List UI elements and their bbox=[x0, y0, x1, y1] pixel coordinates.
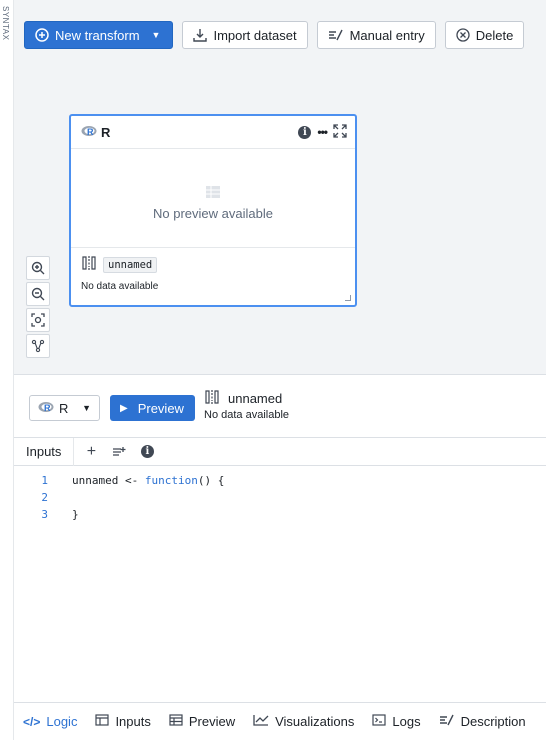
resize-handle[interactable] bbox=[345, 295, 351, 301]
description-icon bbox=[439, 713, 455, 730]
node-footer: unnamed No data available bbox=[71, 247, 355, 305]
tab-inputs[interactable]: Inputs bbox=[86, 703, 159, 740]
dataset-tag[interactable]: unnamed bbox=[103, 256, 158, 273]
code-line: 2 bbox=[14, 489, 546, 506]
output-dataset-info: unnamed No data available bbox=[204, 390, 289, 421]
fit-view-button[interactable] bbox=[26, 308, 50, 332]
dataset-row: unnamed bbox=[81, 256, 345, 273]
line-chart-icon bbox=[253, 714, 269, 729]
code-icon: </> bbox=[23, 714, 41, 729]
tab-logs[interactable]: Logs bbox=[363, 703, 429, 740]
tab-inputs-label: Inputs bbox=[115, 714, 151, 729]
node-actions: i ••• bbox=[298, 123, 347, 141]
code-line: 1 unnamed <- function() { bbox=[14, 472, 546, 489]
inputs-label: Inputs bbox=[14, 437, 75, 466]
line-number: 3 bbox=[41, 508, 48, 521]
dataset-icon bbox=[81, 256, 97, 273]
svg-text:R: R bbox=[87, 127, 94, 137]
zoom-out-button[interactable] bbox=[26, 282, 50, 306]
language-value: R bbox=[59, 400, 69, 416]
manual-entry-button[interactable]: Manual entry bbox=[316, 21, 436, 49]
bottom-tabs: </> Logic Inputs Preview Visualizations … bbox=[14, 702, 546, 740]
fit-view-icon bbox=[31, 313, 45, 327]
node-footer-note: No data available bbox=[81, 281, 159, 292]
new-transform-button[interactable]: New transform ▼ bbox=[24, 21, 174, 49]
side-panel-strip: SYNTAX bbox=[0, 0, 14, 740]
node-header: R R i ••• bbox=[71, 116, 355, 149]
graph-layout-icon bbox=[31, 339, 45, 353]
output-name[interactable]: unnamed bbox=[228, 391, 282, 406]
zoom-controls bbox=[26, 256, 50, 358]
node-title: R R bbox=[81, 125, 110, 140]
play-icon: ▶ bbox=[120, 402, 128, 414]
code-text: unnamed <- function() { bbox=[72, 474, 225, 487]
tab-logic[interactable]: </> Logic bbox=[14, 703, 86, 740]
side-label: SYNTAX bbox=[1, 6, 10, 41]
download-icon bbox=[193, 28, 208, 42]
code-text: } bbox=[72, 508, 79, 521]
tab-description[interactable]: Description bbox=[430, 703, 535, 740]
auto-layout-button[interactable] bbox=[26, 334, 50, 358]
tab-preview[interactable]: Preview bbox=[160, 703, 244, 740]
more-options-icon[interactable]: ••• bbox=[317, 125, 328, 139]
manual-entry-label: Manual entry bbox=[349, 27, 425, 43]
r-logo-icon: R bbox=[38, 401, 54, 416]
line-number: 2 bbox=[41, 491, 48, 504]
tab-visualizations[interactable]: Visualizations bbox=[244, 703, 363, 740]
zoom-in-icon bbox=[31, 261, 45, 275]
zoom-out-icon bbox=[31, 287, 45, 301]
expand-icon[interactable] bbox=[333, 123, 347, 141]
zoom-in-button[interactable] bbox=[26, 256, 50, 280]
tab-description-label: Description bbox=[460, 714, 526, 729]
import-dataset-label: Import dataset bbox=[213, 27, 297, 43]
code-line: 3 } bbox=[14, 506, 546, 523]
manual-entry-icon bbox=[328, 28, 344, 42]
plus-circle-icon bbox=[35, 28, 49, 42]
table-icon bbox=[169, 714, 183, 729]
delete-label: Delete bbox=[475, 27, 514, 43]
console-icon bbox=[372, 714, 386, 729]
close-circle-icon bbox=[456, 28, 470, 42]
output-note: No data available bbox=[204, 409, 290, 421]
node-title-text: R bbox=[101, 124, 111, 140]
inputs-bar: Inputs + i bbox=[14, 437, 546, 466]
add-input-icon[interactable]: + bbox=[80, 443, 102, 461]
dataset-icon bbox=[204, 390, 220, 407]
insert-input-icon[interactable] bbox=[108, 446, 130, 458]
preview-button[interactable]: ▶ Preview bbox=[110, 395, 195, 421]
output-name-row: unnamed bbox=[204, 390, 289, 407]
no-preview-text: No preview available bbox=[153, 206, 273, 221]
table-icon bbox=[205, 185, 221, 202]
new-transform-label: New transform bbox=[55, 27, 140, 43]
tab-visualizations-label: Visualizations bbox=[275, 714, 355, 729]
line-number: 1 bbox=[41, 474, 48, 487]
inputs-icon bbox=[95, 714, 110, 729]
transform-node[interactable]: R R i ••• No preview available unnamed N… bbox=[69, 114, 357, 307]
tab-logic-label: Logic bbox=[46, 714, 78, 729]
delete-button[interactable]: Delete bbox=[444, 21, 525, 49]
graph-canvas[interactable]: New transform ▼ Import dataset Manual en… bbox=[14, 0, 546, 375]
preview-label: Preview bbox=[137, 400, 184, 416]
node-preview-area: No preview available bbox=[71, 149, 355, 247]
tab-preview-label: Preview bbox=[188, 714, 236, 729]
import-dataset-button[interactable]: Import dataset bbox=[182, 21, 308, 49]
canvas-toolbar: New transform ▼ Import dataset Manual en… bbox=[24, 21, 525, 49]
r-logo-icon: R bbox=[81, 125, 97, 140]
info-icon[interactable]: i bbox=[298, 125, 312, 139]
chevron-down-icon: ▼ bbox=[151, 30, 161, 40]
code-editor[interactable]: 1 unnamed <- function() { 2 3 } bbox=[14, 472, 546, 523]
chevron-down-icon: ▼ bbox=[82, 403, 91, 413]
language-select[interactable]: R R ▼ bbox=[29, 395, 100, 421]
editor-header: R R ▼ ▶ Preview unnamed No data availabl… bbox=[14, 376, 546, 438]
tab-logs-label: Logs bbox=[392, 714, 421, 729]
svg-text:R: R bbox=[44, 403, 51, 413]
info-icon[interactable]: i bbox=[136, 445, 158, 458]
